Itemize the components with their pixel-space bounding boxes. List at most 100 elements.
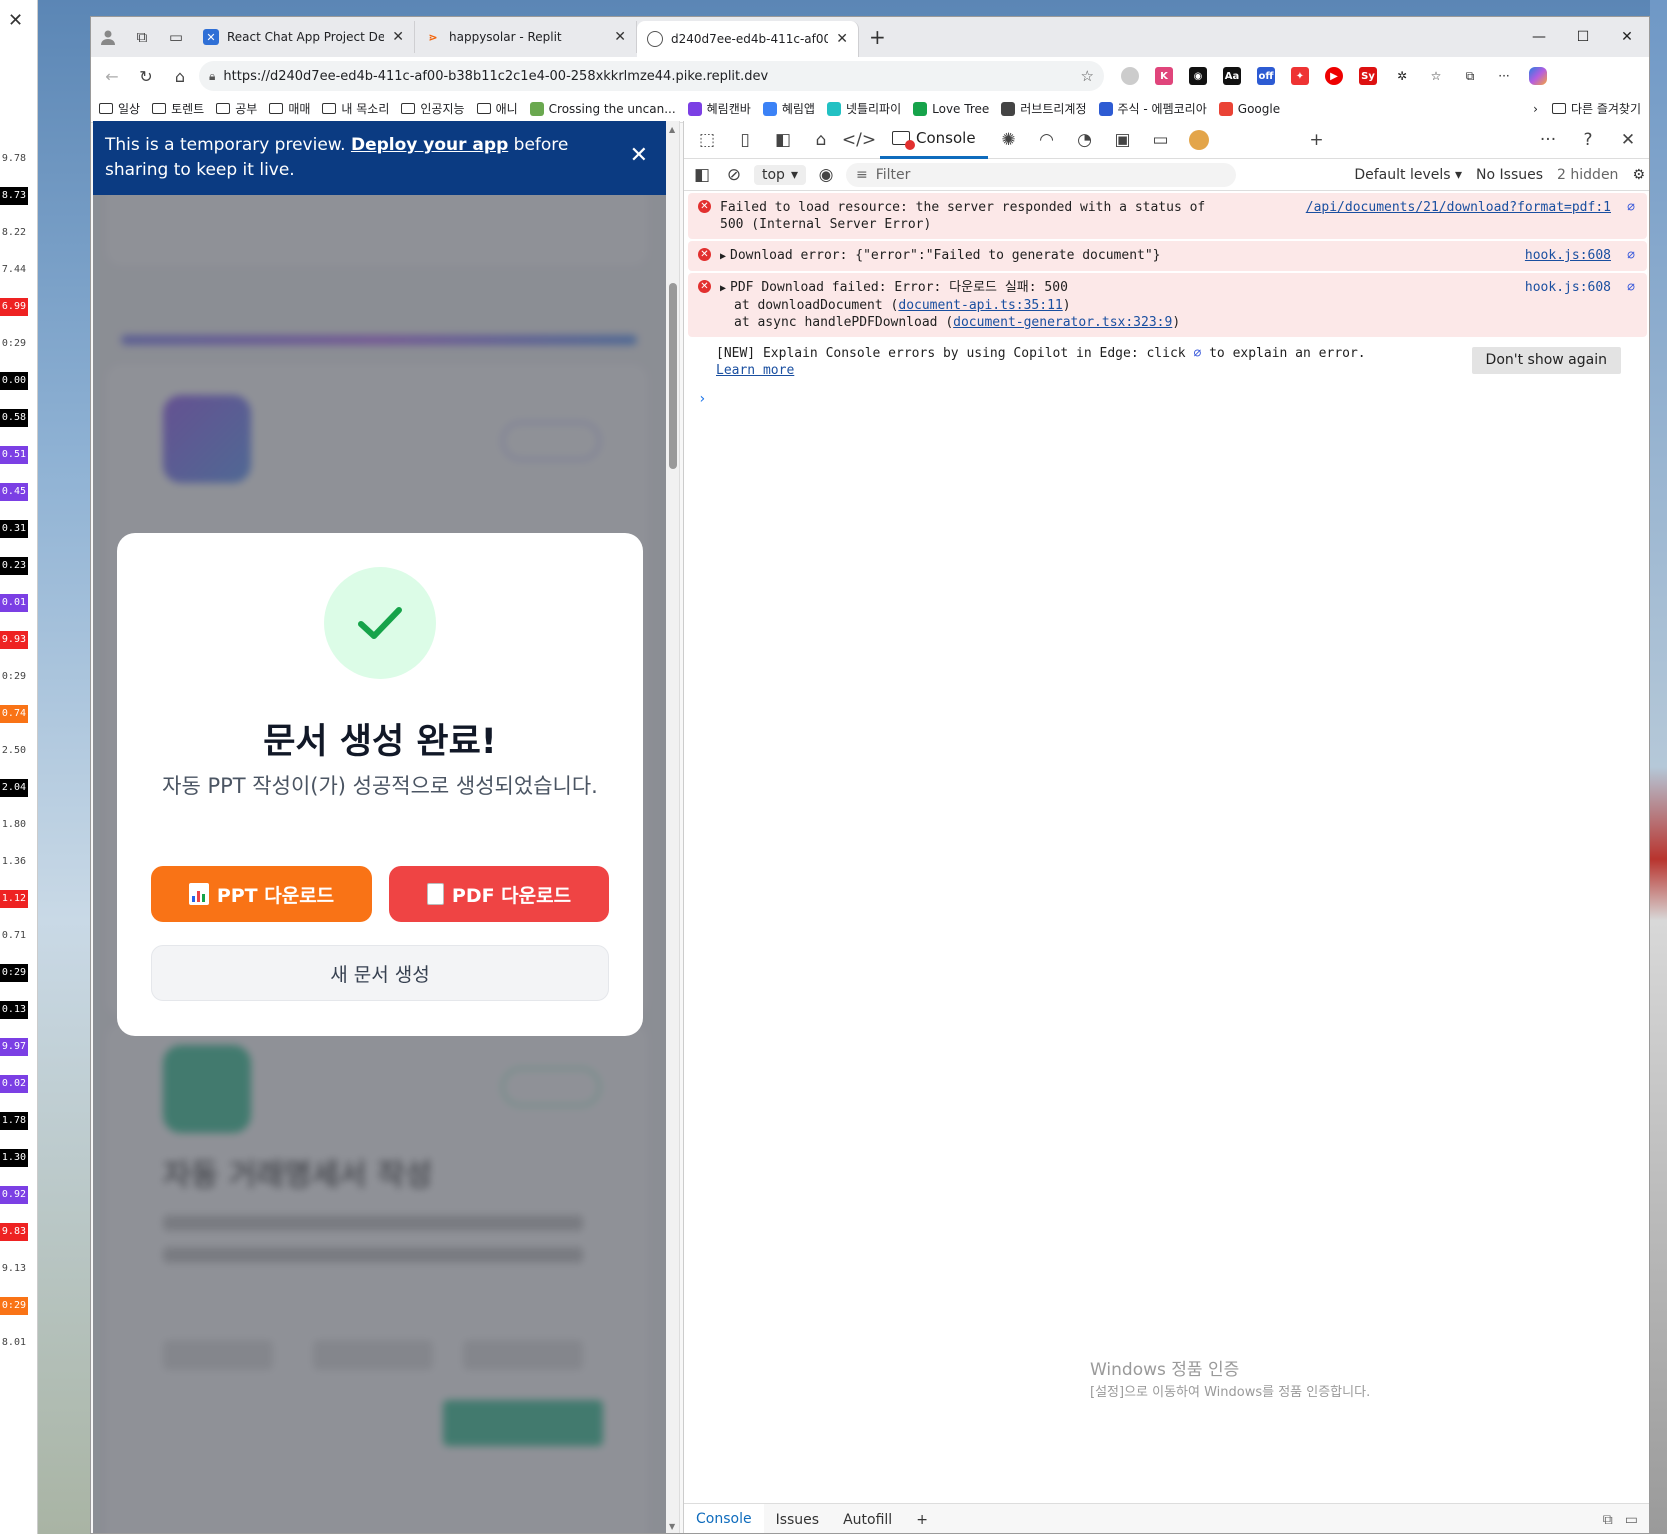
url-field[interactable]: 🔒︎ https://d240d7ee-ed4b-411c-af00-b38b1…: [199, 61, 1104, 91]
explain-copilot-icon[interactable]: ⌀: [1627, 247, 1635, 264]
refresh-icon[interactable]: ↻: [131, 61, 161, 91]
close-tab-icon[interactable]: ✕: [614, 29, 626, 45]
extension-play-icon[interactable]: ▶: [1320, 62, 1348, 90]
extension-off-icon[interactable]: off: [1252, 62, 1280, 90]
bookmark-item[interactable]: 토렌트: [152, 100, 204, 117]
elements-icon[interactable]: </>: [842, 123, 876, 157]
live-expression-eye-icon[interactable]: ◉: [814, 158, 838, 192]
help-icon[interactable]: ?: [1571, 123, 1605, 157]
extension-bird-icon[interactable]: ✦: [1286, 62, 1314, 90]
new-document-button[interactable]: 새 문서 생성: [151, 945, 609, 1001]
bookmark-item[interactable]: 매매: [269, 100, 310, 117]
close-tab-icon[interactable]: ✕: [392, 29, 404, 45]
bookmark-item[interactable]: Love Tree: [913, 101, 989, 116]
extension-circle-icon[interactable]: [1116, 62, 1144, 90]
expand-triangle-icon[interactable]: ▶: [720, 283, 726, 294]
sidebar-toggle-icon[interactable]: ◧: [690, 158, 714, 192]
collections-icon[interactable]: ⧉: [1456, 62, 1484, 90]
bookmark-item[interactable]: 일상: [99, 100, 140, 117]
memory-chip-icon[interactable]: ▣: [1106, 123, 1140, 157]
welcome-home-icon[interactable]: ⌂: [804, 123, 838, 157]
performance-icon[interactable]: ◔: [1068, 123, 1102, 157]
vertical-tabs-icon[interactable]: ▭: [159, 20, 193, 54]
drawer-collapse-icon[interactable]: ▭: [1625, 1512, 1638, 1528]
bookmark-item[interactable]: Google: [1218, 101, 1280, 116]
explain-copilot-icon[interactable]: ⌀: [1627, 279, 1635, 296]
scroll-up-icon[interactable]: ▲: [669, 125, 675, 134]
banner-close-icon[interactable]: ✕: [630, 143, 648, 168]
drawer-dock-icon[interactable]: ⧉: [1603, 1512, 1613, 1528]
pdf-download-button[interactable]: PDF 다운로드: [389, 866, 609, 922]
favorites-icon[interactable]: ☆: [1422, 62, 1450, 90]
bookmark-item[interactable]: 내 목소리: [322, 100, 389, 117]
device-emulation-icon[interactable]: ▯: [728, 123, 762, 157]
bookmarks-overflow-icon[interactable]: ›: [1533, 102, 1538, 116]
sources-bug-icon[interactable]: ✺: [992, 123, 1026, 157]
inspect-element-icon[interactable]: ⬚: [690, 123, 724, 157]
more-menu-icon[interactable]: ···: [1490, 62, 1518, 90]
expand-triangle-icon[interactable]: ▶: [720, 251, 726, 262]
learn-more-link[interactable]: Learn more: [716, 363, 794, 378]
bookmark-item[interactable]: Crossing the uncan...: [529, 101, 676, 116]
bookmark-item[interactable]: 주식 - 에펨코리아: [1098, 100, 1207, 117]
page-scrollbar[interactable]: ▲ ▼: [666, 121, 680, 1533]
background-close-icon[interactable]: ✕: [8, 10, 23, 31]
favorite-star-icon[interactable]: ☆: [1081, 67, 1094, 85]
close-window-button[interactable]: ✕: [1605, 17, 1649, 57]
filter-input[interactable]: ≡ Filter: [845, 162, 1236, 187]
drawer-tab-issues[interactable]: Issues: [764, 1504, 832, 1534]
extensions-puzzle-icon[interactable]: ✲: [1388, 62, 1416, 90]
explain-copilot-icon[interactable]: ⌀: [1627, 199, 1635, 216]
ppt-download-button[interactable]: PPT 다운로드: [151, 866, 372, 922]
tab-react-chat[interactable]: ✕ React Chat App Project Details | C ✕: [193, 21, 415, 53]
log-levels-dropdown[interactable]: Default levels ▾: [1354, 167, 1462, 183]
application-icon[interactable]: ▭: [1144, 123, 1178, 157]
scroll-down-icon[interactable]: ▼: [669, 1522, 675, 1531]
deploy-link[interactable]: Deploy your app: [351, 135, 508, 155]
home-icon[interactable]: ⌂: [165, 61, 195, 91]
console-settings-gear-icon[interactable]: ⚙: [1632, 167, 1645, 183]
back-icon[interactable]: ←: [97, 61, 127, 91]
devtools-menu-icon[interactable]: ···: [1531, 123, 1565, 157]
more-tools-plus-icon[interactable]: +: [1300, 123, 1334, 157]
drawer-tab-autofill[interactable]: Autofill: [831, 1504, 904, 1534]
maximize-button[interactable]: ☐: [1561, 17, 1605, 57]
tab-preview[interactable]: d240d7ee-ed4b-411c-af00-b38b1 ✕: [637, 21, 859, 57]
stack-link[interactable]: document-generator.tsx:323:9: [953, 315, 1172, 330]
clear-console-icon[interactable]: ⊘: [722, 158, 746, 192]
issues-counter[interactable]: No Issues: [1476, 167, 1543, 183]
drawer-add-tab-icon[interactable]: +: [904, 1504, 940, 1534]
scroll-thumb[interactable]: [669, 283, 677, 469]
context-selector[interactable]: top ▾: [754, 164, 806, 185]
site-info-icon[interactable]: 🔒︎: [209, 69, 215, 84]
bookmark-item[interactable]: 공부: [216, 100, 257, 117]
tab-console[interactable]: Console: [880, 121, 988, 159]
tab-happysolar[interactable]: ⋗ happysolar - Replit ✕: [415, 21, 637, 53]
dont-show-again-button[interactable]: Don't show again: [1471, 347, 1621, 374]
close-tab-icon[interactable]: ✕: [836, 31, 848, 47]
network-wifi-icon[interactable]: ◠: [1030, 123, 1064, 157]
error-source-link[interactable]: hook.js:608: [1525, 247, 1611, 264]
workspaces-icon[interactable]: ⧉: [125, 20, 159, 54]
bookmark-item[interactable]: 러브트리계정: [1001, 100, 1087, 117]
error-source-link[interactable]: /api/documents/21/download?format=pdf:1: [1306, 199, 1611, 216]
bookmark-item[interactable]: 혜림앱: [762, 100, 815, 117]
drawer-tab-console[interactable]: Console: [684, 1503, 764, 1533]
bookmark-item[interactable]: 인공지능: [401, 100, 465, 117]
cookie-icon[interactable]: [1182, 123, 1216, 157]
bookmark-item[interactable]: 넷틀리파이: [826, 100, 901, 117]
extension-mask-icon[interactable]: ◉: [1184, 62, 1212, 90]
stack-link[interactable]: document-api.ts:35:11: [898, 298, 1062, 313]
other-favorites-folder[interactable]: 다른 즐겨찾기: [1551, 100, 1641, 117]
extension-sy-icon[interactable]: Sy: [1354, 62, 1382, 90]
console-prompt[interactable]: ›: [684, 385, 1649, 413]
close-devtools-icon[interactable]: ✕: [1611, 123, 1645, 157]
extension-dictionary-icon[interactable]: Aa: [1218, 62, 1246, 90]
copilot-icon[interactable]: [1524, 62, 1552, 90]
bookmark-item[interactable]: 애니: [476, 100, 518, 117]
minimize-button[interactable]: —: [1517, 17, 1561, 57]
error-source-link[interactable]: hook.js:608: [1525, 279, 1611, 296]
dock-side-icon[interactable]: ◧: [766, 123, 800, 157]
bookmark-item[interactable]: 혜림캔바: [687, 100, 751, 117]
new-tab-button[interactable]: +: [859, 25, 896, 49]
